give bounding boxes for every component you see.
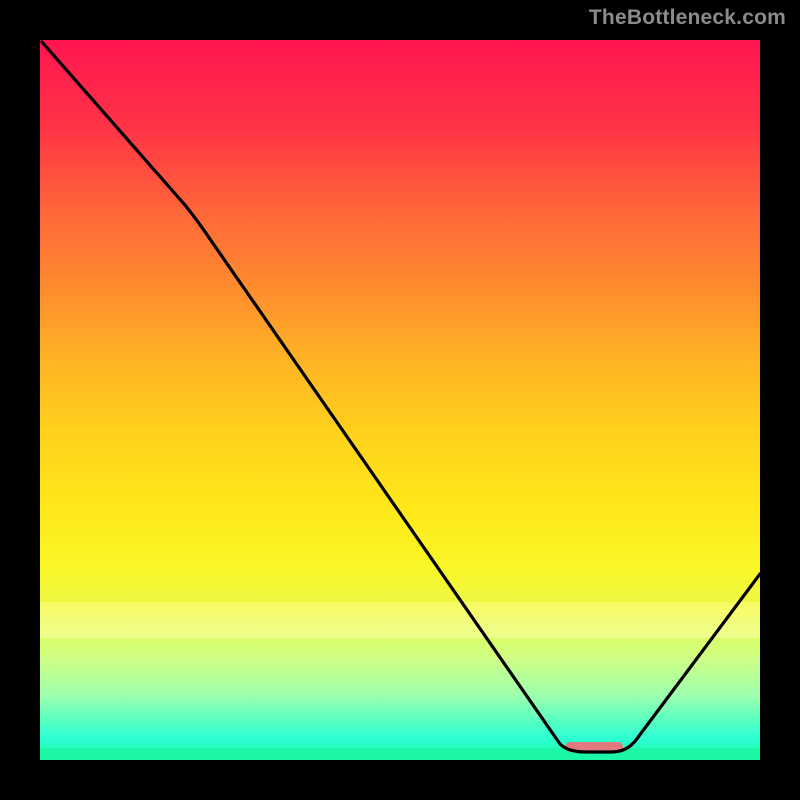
bottleneck-curve [40, 40, 760, 760]
curve-path [42, 42, 760, 752]
watermark-text: TheBottleneck.com [589, 6, 786, 30]
plot-area [40, 40, 760, 760]
chart-stage: TheBottleneck.com [0, 0, 800, 800]
